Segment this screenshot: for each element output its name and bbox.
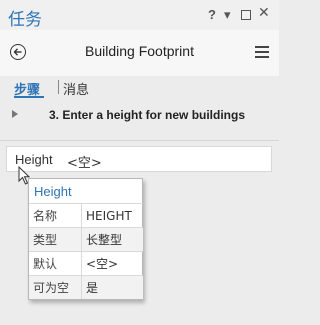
active-tab-indicator	[14, 96, 44, 98]
current-step[interactable]: 3. Enter a height for new buildings	[0, 100, 279, 132]
maximize-icon[interactable]	[241, 10, 251, 20]
tooltip-table: 名称 HEIGHT 类型 长整型 默认 <空> 可为空 是	[29, 203, 143, 299]
height-field-row[interactable]: Height <空>	[6, 146, 272, 172]
tooltip-title: Height	[34, 184, 72, 199]
tooltip-key: 名称	[29, 203, 82, 228]
tab-messages[interactable]: 消息	[63, 79, 89, 98]
expand-arrow-icon[interactable]	[12, 110, 18, 118]
task-header: Building Footprint	[0, 30, 279, 76]
tooltip-row: 名称 HEIGHT	[29, 203, 143, 228]
field-info-tooltip: Height 名称 HEIGHT 类型 长整型 默认 <空> 可为空 是	[28, 178, 143, 300]
tooltip-row: 类型 长整型	[29, 227, 143, 252]
close-button[interactable]: ✕	[258, 5, 270, 19]
help-button[interactable]: ?	[208, 8, 216, 21]
hamburger-menu-icon[interactable]	[255, 46, 269, 61]
title-bar: 任务 ? ▾ ✕	[0, 0, 279, 30]
pane-bottom	[0, 316, 279, 325]
tab-bar: 步骤 消息	[0, 76, 279, 98]
field-value-input[interactable]: <空>	[67, 152, 102, 171]
pane-title: 任务	[8, 10, 42, 30]
tooltip-value: 是	[81, 275, 143, 299]
options-menu-icon[interactable]: ▾	[224, 8, 231, 21]
tooltip-row: 可为空 是	[29, 275, 143, 299]
tooltip-key: 可为空	[29, 275, 82, 299]
divider	[0, 140, 279, 141]
tooltip-value: <空>	[81, 251, 143, 276]
tooltip-value: 长整型	[81, 227, 143, 252]
tooltip-key: 默认	[29, 251, 82, 276]
tab-separator	[58, 80, 59, 94]
task-title: Building Footprint	[85, 43, 194, 59]
step-label: 3. Enter a height for new buildings	[49, 108, 246, 122]
tooltip-value: HEIGHT	[81, 203, 143, 228]
field-name-label: Height	[15, 152, 53, 167]
tooltip-row: 默认 <空>	[29, 251, 143, 276]
tooltip-key: 类型	[29, 227, 82, 252]
